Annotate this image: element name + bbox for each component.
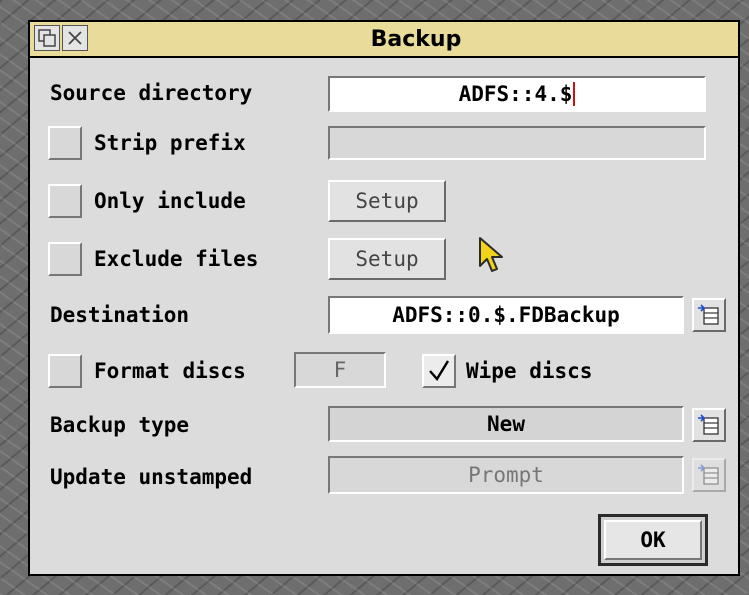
- backup-type-menu-button[interactable]: [692, 408, 726, 442]
- format-discs-checkbox[interactable]: [48, 354, 82, 388]
- only-include-setup-button[interactable]: Setup: [328, 180, 446, 222]
- source-directory-field[interactable]: ADFS::4.$: [328, 76, 706, 112]
- destination-field[interactable]: ADFS::0.$.FDBackup: [328, 296, 684, 334]
- strip-prefix-field[interactable]: [328, 126, 706, 160]
- update-unstamped-label: Update unstamped: [50, 465, 253, 489]
- only-include-label[interactable]: Only include: [94, 186, 246, 216]
- menu-icon: [698, 414, 719, 435]
- exclude-files-setup-button[interactable]: Setup: [328, 238, 446, 280]
- strip-prefix-label[interactable]: Strip prefix: [94, 128, 246, 158]
- ok-button[interactable]: OK: [598, 514, 708, 566]
- backup-type-label: Backup type: [50, 413, 190, 437]
- exclude-files-label[interactable]: Exclude files: [94, 244, 258, 274]
- window-title: Backup: [370, 26, 462, 52]
- strip-prefix-checkbox[interactable]: [48, 126, 82, 160]
- close-icon[interactable]: [62, 25, 88, 51]
- format-letter-field[interactable]: F: [294, 352, 386, 388]
- menu-icon: [698, 304, 719, 325]
- mouse-pointer-icon: [479, 237, 503, 272]
- text-caret: [573, 82, 576, 106]
- checkmark-icon: [429, 360, 450, 382]
- only-include-checkbox[interactable]: [48, 184, 82, 218]
- wipe-discs-checkbox[interactable]: [422, 354, 456, 388]
- source-directory-value: ADFS::4.$: [458, 82, 573, 106]
- menu-icon: [698, 464, 719, 485]
- ok-button-label: OK: [604, 520, 702, 560]
- destination-menu-button[interactable]: [692, 298, 726, 332]
- title-bar[interactable]: Backup: [30, 22, 738, 58]
- format-discs-label[interactable]: Format discs: [94, 356, 246, 386]
- backup-window: Backup Source directory ADFS::4.$ Strip …: [28, 20, 740, 576]
- source-directory-label: Source directory: [50, 81, 253, 105]
- backup-type-field[interactable]: New: [328, 406, 684, 442]
- update-unstamped-menu-button[interactable]: [692, 458, 726, 492]
- exclude-files-checkbox[interactable]: [48, 242, 82, 276]
- destination-label: Destination: [50, 303, 190, 327]
- update-unstamped-field[interactable]: Prompt: [328, 456, 684, 494]
- wipe-discs-label[interactable]: Wipe discs: [466, 356, 592, 386]
- back-icon[interactable]: [34, 25, 60, 51]
